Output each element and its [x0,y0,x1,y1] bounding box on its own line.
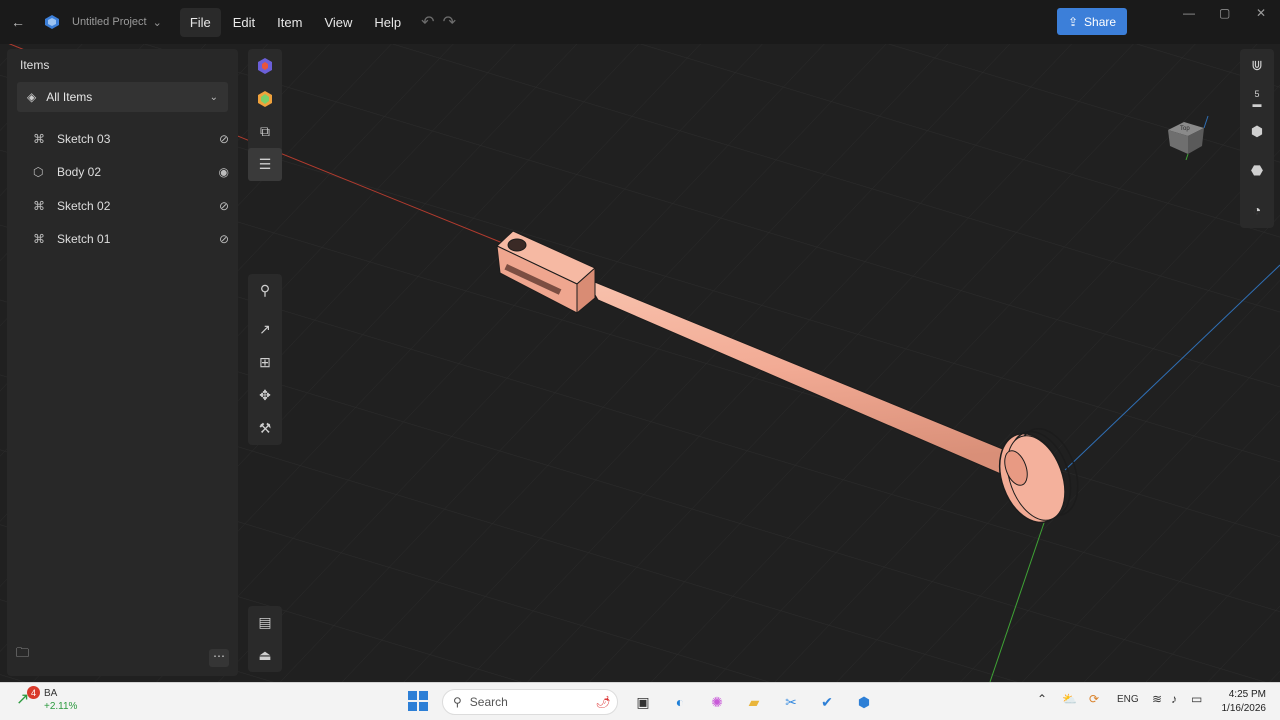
body-cube-icon: ⬡ [33,165,44,179]
redo-icon[interactable]: ↷ [443,12,456,32]
panel-title: Items [20,58,50,72]
tray-chevron-up-icon[interactable]: ⌃ [1037,692,1047,706]
item-label: Sketch 02 [57,199,111,213]
render-mode-icon[interactable] [248,49,282,82]
folder-add-icon[interactable]: 🗀 [16,644,29,666]
system-clock[interactable]: 4:25 PM 1/16/2026 [1214,688,1267,716]
measure-icon[interactable]: ⏏ [248,639,282,672]
minimize-icon[interactable]: — [1183,6,1195,20]
copilot-icon[interactable]: ✺ [706,691,728,713]
sketch-icon: ⌘ [33,232,45,246]
shading-mode-icon[interactable]: ⬣ [1240,152,1274,188]
sync-icon[interactable]: ⟳ [1089,692,1099,706]
tools-wrench-icon[interactable]: ⚒ [248,412,282,445]
search-highlight-icon: 🌶 [595,695,611,709]
items-panel: Items ◈ All Items ⌄ ⌘ Sketch 03 ⊘ ⬡ Body… [7,49,238,676]
sketch-icon: ⌘ [33,199,45,213]
share-label: Share [1084,14,1117,29]
project-name: Untitled Project [72,16,147,28]
add-primitive-icon[interactable]: ⊞ [248,346,282,379]
modeling-toolbar: ⚲ ↗ ⊞ ✥ ⚒ [248,274,282,445]
snipping-tool-icon[interactable]: ✂ [780,691,802,713]
share-icon: ⇪ [1067,14,1079,29]
bottom-toolbar: ▤ ⏏ [248,606,282,672]
search-placeholder: Search [469,695,508,709]
taskbar-search-box[interactable]: ⚲ Search 🌶 [442,689,618,715]
filter-label: All Items [46,90,93,104]
menu-view[interactable]: View [314,8,362,37]
snap-value-control[interactable]: 5 ▬ [1240,82,1274,115]
environment-icon[interactable]: ⧉ [248,115,282,148]
zoom-search-icon[interactable]: ⚲ [248,274,282,307]
list-item-sketch-01[interactable]: ⌘ Sketch 01 ⊘ [33,226,229,252]
transform-icon[interactable]: ✥ [248,379,282,412]
eye-hidden-icon[interactable]: ⊘ [219,232,229,246]
share-button[interactable]: ⇪ Share [1057,8,1127,35]
sketch-icon: ⌘ [33,132,45,146]
windows-taskbar: ↗ 4 BA +2.11% ⚲ Search 🌶 ▣ ◐ ✺ ▰ ✂ ✔ ⬢ ⌃… [0,682,1280,720]
stock-trend-icon: ↗ 4 [16,686,40,711]
app-window: Top ← Untitled Project ⌄ File Edit Item … [0,0,1280,682]
menu-edit[interactable]: Edit [223,8,265,37]
menu-help[interactable]: Help [364,8,411,37]
item-label: Sketch 01 [57,232,111,246]
history-clock-icon[interactable]: ◔ [1240,192,1274,228]
svg-text:Top: Top [1180,126,1190,132]
search-icon: ⚲ [453,695,462,709]
section-view-icon[interactable]: ▤ [248,606,282,639]
task-view-icon[interactable]: ▣ [632,691,654,713]
items-filter-dropdown[interactable]: ◈ All Items ⌄ [17,82,228,112]
todo-icon[interactable]: ✔ [816,691,838,713]
layers-icon: ◈ [27,90,37,104]
menu-file[interactable]: File [179,7,221,37]
shapr3d-taskbar-icon[interactable]: ⬢ [853,691,875,713]
notification-badge: 4 [27,686,40,699]
snap-magnet-icon[interactable]: ⋓ [1240,49,1274,82]
list-item-sketch-02[interactable]: ⌘ Sketch 02 ⊘ [33,193,229,219]
onedrive-icon[interactable]: ⛅ [1062,692,1077,706]
maximize-icon[interactable]: ▢ [1219,6,1230,20]
back-arrow-icon[interactable]: ← [6,10,30,34]
battery-icon[interactable]: ▭ [1191,692,1202,706]
menu-bar: File Edit Item View Help [179,7,413,37]
list-item-body-02[interactable]: ⬡ Body 02 ◉ [33,159,229,185]
wifi-icon[interactable]: ≋ [1152,692,1162,706]
ruler-icon: ▬ [1252,98,1262,109]
close-icon[interactable]: ✕ [1256,6,1266,20]
eye-hidden-icon[interactable]: ⊘ [219,132,229,146]
volume-icon[interactable]: ♪ [1171,692,1177,706]
eye-visible-icon[interactable]: ◉ [219,165,229,179]
project-name-dropdown[interactable]: Untitled Project ⌄ [72,16,162,29]
edge-browser-icon[interactable]: ◐ [669,691,691,713]
start-windows-icon[interactable] [408,691,428,711]
snap-value: 5 [1254,88,1260,99]
eye-hidden-icon[interactable]: ⊘ [219,199,229,213]
title-bar: ← Untitled Project ⌄ File Edit Item View… [0,0,1280,44]
view-cube-toggle-icon[interactable]: ⬢ [1240,115,1274,148]
ticker-change: +2.11% [44,701,78,712]
menu-item[interactable]: Item [267,8,312,37]
view-toolbar: ⋓ 5 ▬ ⬢ ⬣ ◔ [1240,49,1274,228]
clock-date: 1/16/2026 [1221,703,1267,714]
more-options-icon[interactable]: ⋯ [209,649,229,667]
materials-icon[interactable] [248,82,282,115]
stock-widget[interactable]: ↗ 4 BA +2.11% [16,686,78,713]
clock-time: 4:25 PM [1228,689,1266,700]
list-item-sketch-03[interactable]: ⌘ Sketch 03 ⊘ [33,126,229,152]
layers-icon[interactable]: ☰ [248,148,282,181]
app-logo-icon [40,10,64,34]
file-explorer-icon[interactable]: ▰ [743,691,765,713]
language-indicator[interactable]: ENG [1117,694,1139,705]
chevron-down-icon: ⌄ [152,16,162,29]
item-label: Body 02 [57,165,102,179]
render-toolbar: ⧉ ☰ [248,49,282,181]
undo-icon[interactable]: ↶ [421,12,434,32]
chevron-down-icon: ⌄ [209,91,218,103]
sketch-add-icon[interactable]: ↗ [248,313,282,346]
item-label: Sketch 03 [57,132,111,146]
ticker-symbol: BA [44,688,58,699]
